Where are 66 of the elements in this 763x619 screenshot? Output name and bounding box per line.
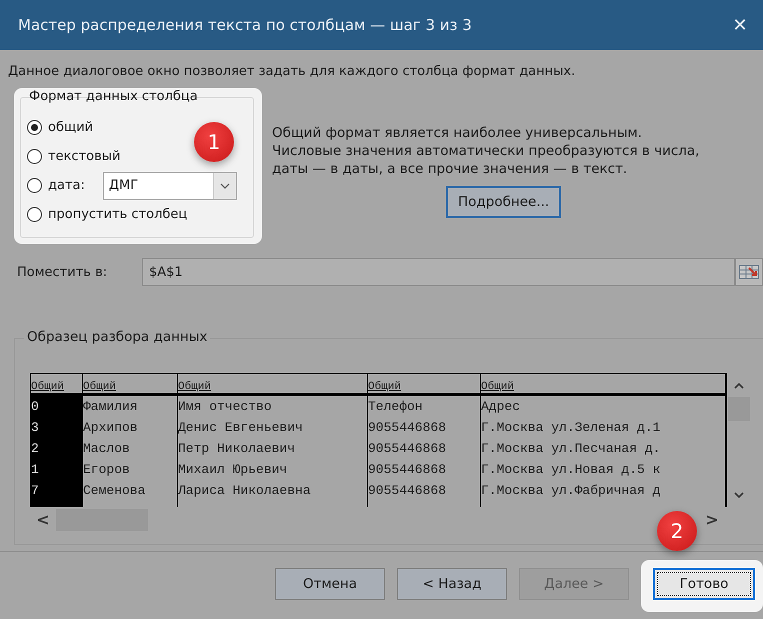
radio-button[interactable]	[27, 120, 42, 135]
format-description: Общий формат является наиболее универсальным. Числовые значения автоматически преобразуются в числа, даты — в даты, а все прочие значения — в текст.	[272, 124, 700, 178]
group-title: Формат данных столбца	[28, 89, 199, 104]
scrollbar-thumb[interactable]	[56, 508, 148, 530]
table-cell-text: 7	[31, 482, 40, 500]
preview-column[interactable]: 0 3 2 1 7	[31, 396, 83, 507]
table-cell-text: Денис Евгеньевич	[178, 419, 304, 437]
date-format-dropdown[interactable]: ДМГ	[102, 172, 237, 200]
table-cell-text: 1	[31, 461, 40, 479]
dialog-button[interactable]: < Назад	[397, 568, 507, 600]
table-cell-text: 9055446868	[368, 440, 448, 458]
table-cell-text: Лариса Николаевна	[178, 482, 312, 500]
dialog-button[interactable]: Готово	[653, 568, 755, 600]
preview-column[interactable]: Адрес Г.Москва ул.Зеленая д.1 Г.Москва ул.Песчаная д. Г.Москва ул.Новая д.5 к Г.Москва ул.Фабричная д	[481, 396, 726, 507]
table-cell-text: Михаил Юрьевич	[178, 461, 288, 479]
preview-column[interactable]: Фамилия Архипов Маслов Егоров Семенова	[83, 396, 178, 507]
table-cell-text: 9055446868	[368, 482, 448, 500]
radio-button[interactable]	[27, 207, 42, 222]
column-header[interactable]: Общий	[83, 374, 178, 393]
preview-column[interactable]: Телефон 9055446868 9055446868 9055446868 9055446868	[368, 396, 481, 507]
table-cell-text: Имя отчество	[178, 398, 273, 416]
table-cell-text: Телефон	[368, 398, 424, 416]
table-cell-text: 0	[31, 398, 40, 416]
column-header[interactable]: Общий	[481, 374, 726, 393]
table-cell-text: Петр Николаевич	[178, 440, 296, 458]
radio-label[interactable]: дата:	[48, 178, 85, 193]
destination-label: Поместить в:	[16, 264, 108, 280]
table-cell-text: Г.Москва ул.Фабричная д	[481, 482, 662, 500]
details-button[interactable]: Подробнее...	[446, 186, 562, 218]
table-cell-text: 9055446868	[368, 461, 448, 479]
table-cell-text: 9055446868	[368, 419, 448, 437]
scrollbar-thumb[interactable]	[728, 397, 750, 421]
callout-badge: 2	[657, 511, 697, 551]
radio-label[interactable]: общий	[48, 120, 94, 135]
column-header[interactable]: Общий	[368, 374, 481, 393]
scroll-down-icon	[734, 492, 744, 498]
radio-label[interactable]: текстовый	[48, 149, 120, 164]
scroll-left-arrow[interactable]: <	[30, 510, 56, 529]
chevron-down-icon	[220, 182, 230, 188]
close-button[interactable]: ✕	[717, 5, 763, 45]
table-cell-text: Г.Москва ул.Зеленая д.1	[481, 419, 662, 437]
column-header[interactable]: Общий	[31, 374, 83, 393]
preview-column[interactable]: Имя отчество Денис Евгеньевич Петр Николаевич Михаил Юрьевич Лариса Николаевна	[178, 396, 368, 507]
table-cell-text: Егоров	[83, 461, 131, 479]
range-select-button[interactable]	[735, 258, 763, 286]
radio-label[interactable]: пропустить столбец	[48, 207, 188, 222]
table-cell-text: Фамилия	[83, 398, 139, 416]
table-cell-text: Маслов	[83, 440, 131, 458]
destination-field[interactable]: $A$1	[142, 258, 735, 286]
table-cell-text: Г.Москва ул.Песчаная д.	[481, 440, 662, 458]
column-header[interactable]: Общий	[178, 374, 368, 393]
radio-button[interactable]	[27, 149, 42, 164]
table-cell-text: Г.Москва ул.Новая д.5 к	[481, 461, 662, 479]
range-grid-icon	[739, 265, 759, 279]
table-cell-text: Архипов	[83, 419, 139, 437]
table-cell-text: 2	[31, 440, 40, 458]
scroll-up-icon	[734, 383, 744, 389]
group-title: Образец разбора данных	[24, 329, 210, 345]
scroll-right-arrow[interactable]: >	[699, 510, 725, 529]
window-title: Мастер распределения текста по столбцам — шаг 3 из 3	[18, 16, 472, 34]
table-cell-text: Адрес	[481, 398, 522, 416]
dialog-button[interactable]: Отмена	[275, 568, 385, 600]
radio-button[interactable]	[27, 178, 42, 193]
table-cell-text: 3	[31, 419, 40, 437]
table-cell-text: Семенова	[83, 482, 146, 500]
instruction-text: Данное диалоговое окно позволяет задать для каждого столбца формат данных.	[8, 64, 576, 81]
